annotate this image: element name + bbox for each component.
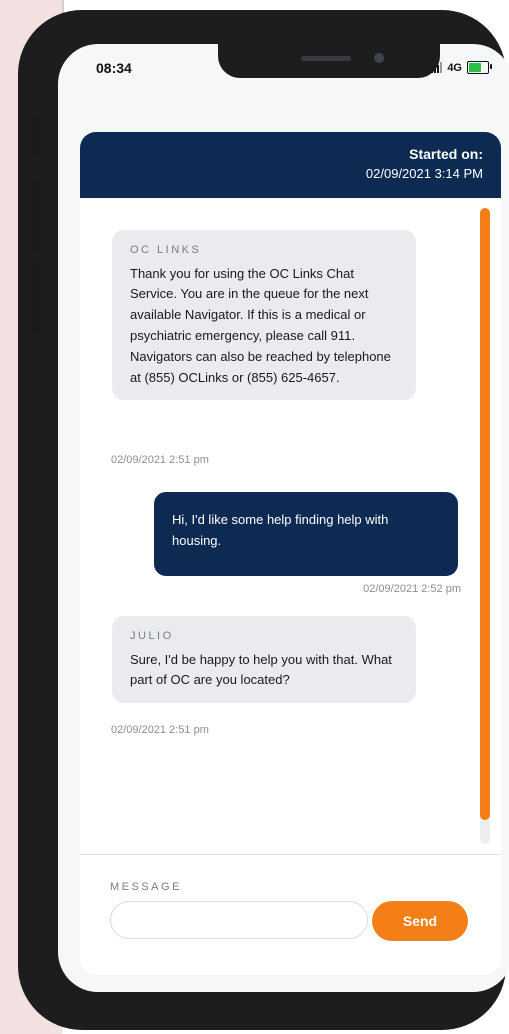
message-label: MESSAGE <box>110 881 182 893</box>
message-bubble-outgoing: Hi, I'd like some help finding help with… <box>154 492 458 576</box>
message-composer: MESSAGE Send <box>80 855 501 975</box>
status-time: 08:34 <box>96 60 132 76</box>
front-camera <box>374 53 384 63</box>
phone-screen: 08:34 4G Started on: 02/09/2021 3:14 PM … <box>58 44 509 992</box>
network-type: 4G <box>447 61 462 74</box>
chat-scrollbar[interactable] <box>480 208 490 844</box>
status-icons: 4G <box>431 61 492 74</box>
scrollbar-thumb[interactable] <box>480 208 490 820</box>
message-text: Hi, I'd like some help finding help with… <box>172 512 389 548</box>
battery-icon <box>467 61 492 74</box>
notch <box>218 44 440 78</box>
message-timestamp: 02/09/2021 2:51 pm <box>111 454 209 466</box>
message-text: Thank you for using the OC Links Chat Se… <box>130 265 391 385</box>
message-sender: JULIO <box>130 630 174 642</box>
phone-frame: 08:34 4G Started on: 02/09/2021 3:14 PM … <box>18 10 509 1030</box>
signal-icon <box>431 62 443 73</box>
message-timestamp: 02/09/2021 2:52 pm <box>363 583 461 595</box>
chat-transcript[interactable]: OC LINKS Thank you for using the OC Link… <box>80 198 501 854</box>
started-date: 02/09/2021 3:14 PM <box>365 166 483 181</box>
speaker-grille <box>301 56 351 61</box>
send-button[interactable]: Send <box>372 901 468 941</box>
started-label: Started on: <box>409 146 483 162</box>
message-bubble-incoming: JULIO Sure, I'd be happy to help you wit… <box>112 616 416 704</box>
message-timestamp: 02/09/2021 2:51 pm <box>111 724 209 736</box>
volume-up-button <box>32 180 40 250</box>
mute-switch <box>32 118 40 154</box>
volume-down-button <box>32 264 40 334</box>
message-text: Sure, I'd be happy to help you with that… <box>130 651 392 688</box>
chat-header: Started on: 02/09/2021 3:14 PM <box>80 132 501 198</box>
message-bubble-incoming: OC LINKS Thank you for using the OC Link… <box>112 230 416 401</box>
message-input[interactable] <box>110 901 368 939</box>
message-sender: OC LINKS <box>130 244 202 256</box>
